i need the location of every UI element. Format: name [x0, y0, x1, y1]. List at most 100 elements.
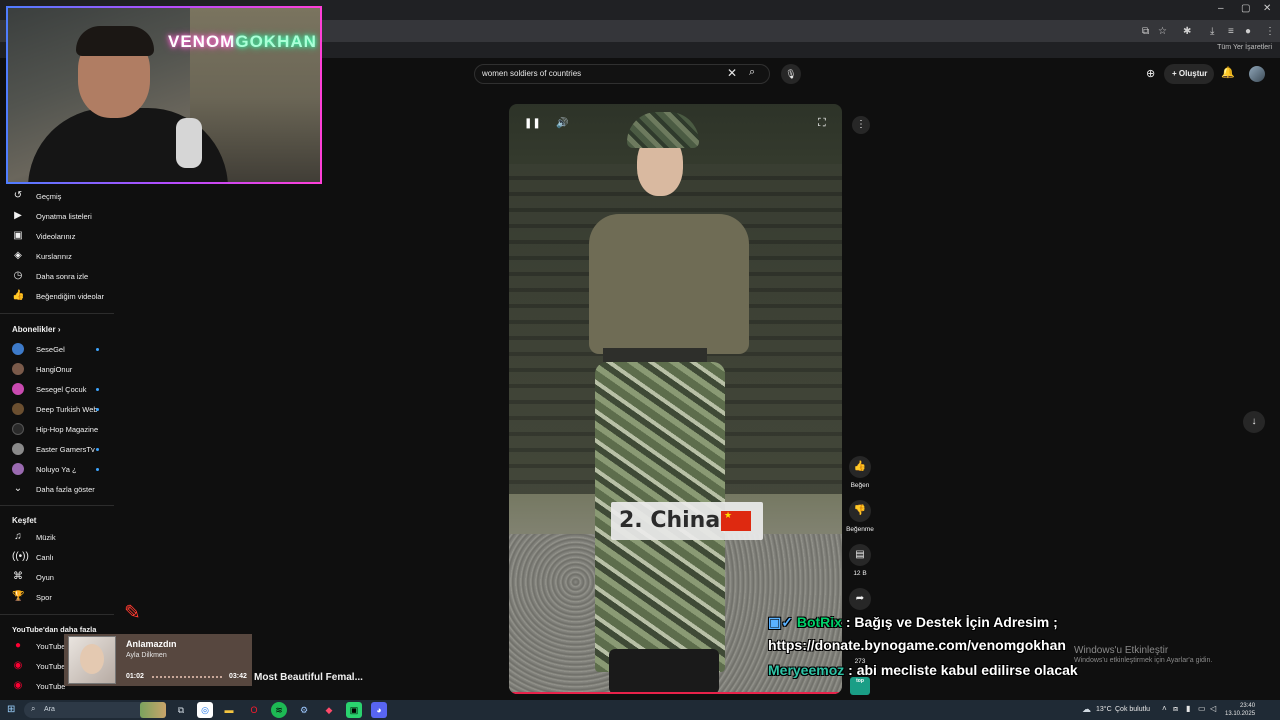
- subscriptions-heading[interactable]: Abonelikler ›: [12, 325, 60, 334]
- comment-icon: ▤: [855, 549, 865, 560]
- notifications-icon[interactable]: 🔔: [1221, 66, 1235, 79]
- sidebar-item-subscription[interactable]: SeseGel: [0, 340, 114, 360]
- dislike-label: Beğenme: [846, 526, 874, 533]
- microphone-tray-icon[interactable]: ▮: [1186, 704, 1190, 713]
- maximize-icon[interactable]: ▢: [1241, 3, 1250, 14]
- network-icon[interactable]: ⧈: [1173, 704, 1178, 714]
- cast-icon[interactable]: ⧉: [1142, 26, 1149, 37]
- speaker-icon[interactable]: ◁: [1210, 704, 1216, 713]
- all-bookmarks-link[interactable]: Tüm Yer İşaretleri: [1217, 44, 1272, 51]
- sidebar-divider: [0, 313, 114, 314]
- clear-search-icon[interactable]: ✕: [727, 66, 737, 80]
- sidebar-item-subscription[interactable]: HangiOnur: [0, 360, 114, 380]
- next-video-title[interactable]: Most Beautiful Femal...: [254, 672, 363, 683]
- sidebar-item-live[interactable]: ((•)) Canlı: [0, 548, 114, 568]
- fullscreen-icon[interactable]: ⛶: [818, 117, 826, 130]
- sidebar-item-subscription[interactable]: Hip-Hop Magazine: [0, 420, 114, 440]
- voice-search-icon[interactable]: 🎙: [781, 64, 801, 84]
- sidebar-item-music[interactable]: ♫ Müzik: [0, 528, 114, 548]
- opera-icon[interactable]: O: [246, 702, 262, 718]
- sidebar-item-label: Oyun: [36, 573, 54, 582]
- avatar[interactable]: [1249, 66, 1265, 82]
- sidebar-item-label: Geçmiş: [36, 192, 62, 201]
- minimize-icon[interactable]: –: [1218, 3, 1224, 14]
- sidebar-item-playlists[interactable]: ▶ Oynatma listeleri: [0, 207, 114, 227]
- bookmark-star-icon[interactable]: ☆: [1158, 26, 1167, 37]
- sidebar-item-liked-videos[interactable]: 👍 Beğendiğim videolar: [0, 287, 114, 307]
- comments-button[interactable]: ▤: [849, 544, 871, 566]
- video-progress-bar[interactable]: [509, 692, 842, 694]
- sidebar-item-label: Hip-Hop Magazine: [36, 425, 99, 434]
- sidebar-item-label: Sesegel Çocuk: [36, 385, 87, 394]
- queue-icon[interactable]: ≡: [1228, 26, 1234, 37]
- channel-avatar: [12, 463, 24, 475]
- comments-count: 12 B: [853, 570, 867, 577]
- explore-heading: Keşfet: [12, 516, 37, 525]
- sidebar-item-label: Videolarınız: [36, 232, 76, 241]
- volume-icon[interactable]: 🔊: [556, 118, 568, 129]
- create-video-icon[interactable]: ⊕: [1146, 67, 1155, 80]
- webcam-overlay: VENOMGOKHAN: [6, 6, 322, 184]
- spotify-icon[interactable]: ≋: [271, 702, 287, 718]
- weather-description: Çok bulutlu: [1115, 706, 1151, 713]
- sidebar-item-history[interactable]: ↺ Geçmiş: [0, 187, 114, 207]
- close-window-icon[interactable]: ✕: [1263, 3, 1271, 14]
- taskbar-clock[interactable]: 23:40 13.10.2025: [1225, 702, 1255, 718]
- task-view-icon[interactable]: ⧉: [173, 702, 189, 718]
- sidebar-item-courses[interactable]: ◈ Kurslarınız: [0, 247, 114, 267]
- search-icon[interactable]: ⌕: [749, 66, 755, 79]
- profile-icon[interactable]: ●: [1245, 26, 1251, 37]
- monitor-icon[interactable]: ▭: [1198, 704, 1206, 713]
- create-button-label: Oluştur: [1178, 69, 1208, 78]
- file-explorer-icon[interactable]: ▬: [221, 702, 237, 718]
- sidebar-item-label: Oynatma listeleri: [36, 212, 92, 221]
- download-icon[interactable]: ⤓: [1210, 26, 1214, 37]
- song-artist: Ayla Dilkmen: [126, 652, 167, 659]
- channel-avatar: [12, 363, 24, 375]
- channel-avatar: [12, 383, 24, 395]
- windows-activation-subtitle: Windows'u etkinleştirmek için Ayarlar'a …: [1074, 657, 1213, 664]
- sidebar-item-sports[interactable]: 🏆 Spor: [0, 588, 114, 608]
- channel-avatar: [12, 403, 24, 415]
- new-content-dot: [96, 348, 99, 351]
- sidebar-item-subscription[interactable]: Easter GamersTv: [0, 440, 114, 460]
- widgets-icon[interactable]: [140, 702, 166, 718]
- chevron-up-icon[interactable]: ˄: [1162, 704, 1167, 713]
- extensions-icon[interactable]: ✱: [1183, 26, 1191, 37]
- streaming-app-icon[interactable]: ▣: [346, 702, 362, 718]
- sidebar-item-watch-later[interactable]: ◷ Daha sonra izle: [0, 267, 114, 287]
- sidebar-item-label: Beğendiğim videolar: [36, 292, 104, 301]
- sidebar-item-subscription[interactable]: Deep Turkish Web: [0, 400, 114, 420]
- sidebar-item-your-videos[interactable]: ▣ Videolarınız: [0, 227, 114, 247]
- sidebar-item-gaming[interactable]: ⌘ Oyun: [0, 568, 114, 588]
- more-from-youtube-heading: YouTube'dan daha fazla: [12, 625, 97, 634]
- more-options-icon[interactable]: ⋮: [852, 116, 870, 134]
- show-more-button[interactable]: ⌄ Daha fazla göster: [0, 480, 114, 500]
- like-button[interactable]: 👍: [849, 456, 871, 478]
- chat-username: BotRix: [796, 614, 842, 630]
- weather-icon: ☁: [1082, 704, 1091, 714]
- pause-icon[interactable]: ❚❚: [524, 118, 541, 129]
- playlist-icon: ▶: [14, 210, 22, 221]
- sidebar-divider: [0, 614, 114, 615]
- scroll-down-icon[interactable]: ↓: [1243, 411, 1265, 433]
- discord-icon[interactable]: ◕: [371, 702, 387, 718]
- dislike-button[interactable]: 👎: [849, 500, 871, 522]
- chat-message: ▣✓ BotRix : Bağış ve Destek İçin Adresim…: [768, 614, 1058, 631]
- menu-dots-icon[interactable]: ⋮: [1265, 26, 1275, 37]
- app-icon[interactable]: ◆: [321, 702, 337, 718]
- chrome-icon[interactable]: ◎: [197, 702, 213, 718]
- steam-icon[interactable]: ⚙: [296, 702, 312, 718]
- channel-avatar: [12, 423, 24, 435]
- sidebar-item-label: Noluyo Ya ¿: [36, 465, 77, 474]
- sidebar-item-subscription[interactable]: Sesegel Çocuk: [0, 380, 114, 400]
- sidebar-item-label: Spor: [36, 593, 52, 602]
- create-button[interactable]: + Oluştur: [1164, 64, 1214, 84]
- windows-start-icon[interactable]: ⊞: [7, 704, 15, 715]
- shorts-video-player[interactable]: [509, 104, 842, 694]
- clock-time: 23:40: [1240, 703, 1256, 709]
- sidebar-item-subscription[interactable]: Noluyo Ya ¿: [0, 460, 114, 480]
- share-button[interactable]: ➦: [849, 588, 871, 610]
- channel-logo-icon[interactable]: top: [850, 677, 870, 695]
- search-query[interactable]: women soldiers of countries: [482, 69, 581, 78]
